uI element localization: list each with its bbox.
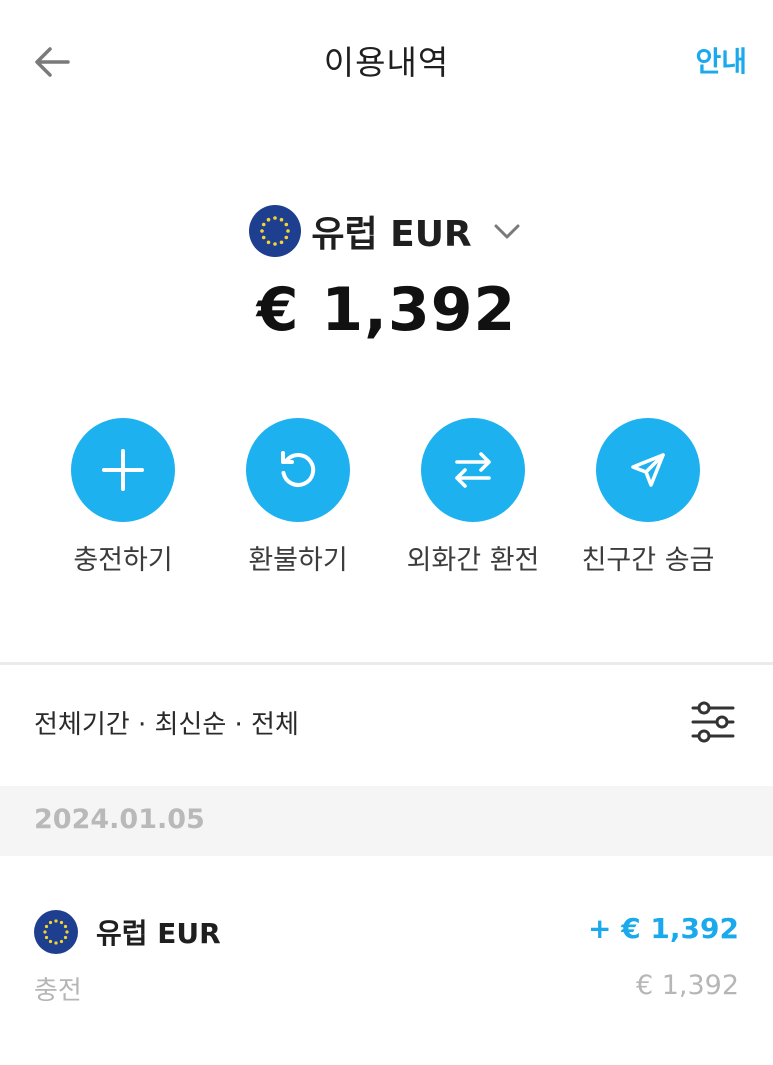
refund-button[interactable]: 환불하기 <box>203 418 393 577</box>
charge-button-circle <box>71 418 175 522</box>
send-button-circle <box>596 418 700 522</box>
currency-name: 유럽 EUR <box>311 214 472 255</box>
filter-button[interactable] <box>689 698 737 746</box>
charge-label: 충전하기 <box>73 545 173 576</box>
sliders-icon <box>691 701 735 743</box>
date-label: 2024.01.05 <box>34 804 205 835</box>
exchange-label: 외화간 환전 <box>406 545 540 576</box>
top-bar: 이용내역 안내 <box>0 0 773 120</box>
send-icon <box>631 453 665 487</box>
eu-flag-icon <box>249 205 302 257</box>
date-header: 2024.01.05 <box>0 786 773 856</box>
currency-selector[interactable]: 유럽 EUR <box>0 203 773 259</box>
section-divider <box>0 662 773 665</box>
transaction-currency: 유럽 EUR <box>96 917 221 950</box>
send-button[interactable]: 친구간 송금 <box>553 418 743 577</box>
balance-amount: € 1,392 <box>256 275 517 345</box>
refund-icon <box>281 451 316 487</box>
send-label: 친구간 송금 <box>581 545 715 576</box>
exchange-button-circle <box>421 418 525 522</box>
exchange-icon <box>455 452 491 488</box>
transaction-row[interactable]: 유럽 EUR + € 1,392 충전 € 1,392 <box>0 890 773 1020</box>
charge-button[interactable]: 충전하기 <box>28 418 218 577</box>
page-title: 이용내역 <box>323 43 450 82</box>
exchange-button[interactable]: 외화간 환전 <box>378 418 568 577</box>
eu-flag-icon <box>34 910 78 954</box>
guide-link[interactable]: 안내 <box>695 40 747 80</box>
plus-icon <box>102 449 144 491</box>
chevron-down-icon <box>494 224 520 239</box>
filter-summary[interactable]: 전체기간 · 최신순 · 전체 <box>34 704 299 741</box>
transaction-amount: + € 1,392 <box>587 912 739 945</box>
refund-label: 환불하기 <box>248 545 348 576</box>
transaction-type: 충전 <box>34 976 82 1006</box>
refund-button-circle <box>246 418 350 522</box>
transaction-balance: € 1,392 <box>635 970 739 1001</box>
action-buttons: 충전하기 환불하기 외화간 환전 친구간 송금 <box>0 418 773 588</box>
filter-row: 전체기간 · 최신순 · 전체 <box>0 690 773 760</box>
